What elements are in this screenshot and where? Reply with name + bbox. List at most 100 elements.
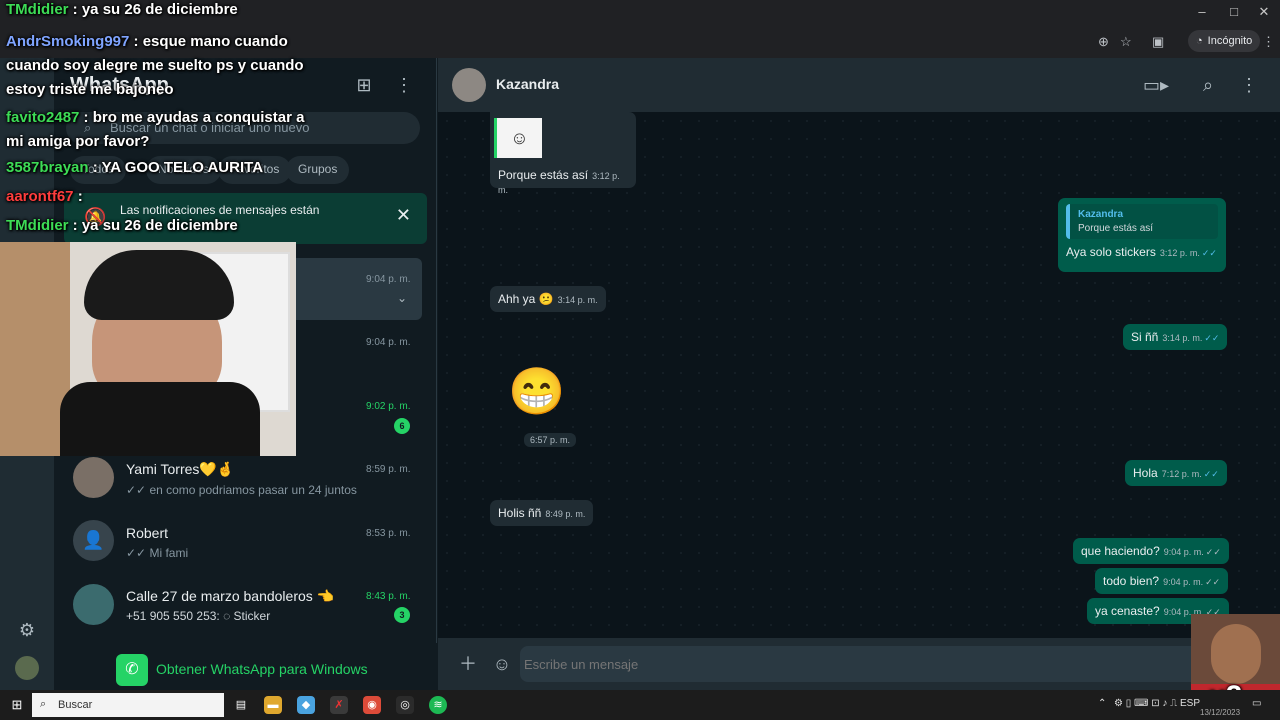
contact-name[interactable]: Kazandra (496, 76, 559, 92)
tray-chevron-icon[interactable]: ⌃ (1098, 698, 1106, 709)
chat-name[interactable]: Calle 27 de marzo bandoleros 👈 (126, 588, 334, 605)
chat-preview: +51 905 550 253: ◌ Sticker (126, 609, 271, 623)
chat-name[interactable]: Robert (126, 525, 168, 541)
stream-chat-line: TMdidier : ya su 26 de diciembre (6, 1, 238, 18)
file-explorer-icon[interactable]: ▬ (264, 696, 282, 714)
chevron-down-icon[interactable]: ⌄ (397, 291, 407, 305)
message-text: Hola (1133, 466, 1158, 480)
chrome-icon[interactable]: ◉ (363, 696, 381, 714)
taskbar-date[interactable]: 13/12/2023 (1200, 708, 1240, 717)
conversation-header[interactable]: Kazandra ▭▸ ⌕ ⋮ (438, 58, 1280, 112)
webcam-overlay (0, 242, 296, 456)
message-bubble-outgoing[interactable]: todo bien? 9:04 p. m. ✓✓ (1095, 568, 1229, 594)
extensions-icon[interactable]: ▣ (1152, 34, 1164, 50)
message-text: Ahh ya 😕 (498, 292, 554, 306)
stream-chat-line: 3587brayan : YA GOO TELO AURITA (6, 159, 264, 176)
menu-kebab-icon[interactable]: ⋮ (1237, 73, 1261, 97)
chat-time: 8:59 p. m. (366, 464, 411, 475)
message-bubble-incoming[interactable]: ☺ Porque estás así 3:12 p. m. (490, 112, 636, 195)
message-time: 3:14 p. m. (557, 295, 598, 305)
obs-icon[interactable]: ◎ (396, 696, 414, 714)
message-bubble-outgoing[interactable]: Kazandra Porque estás así Aya solo stick… (1058, 198, 1226, 272)
tray-icons[interactable]: ⚙ ▯ ⌨ ⊡ ♪ ⎍ (1114, 698, 1177, 709)
minimize-button[interactable]: – (1188, 4, 1216, 19)
default-avatar-icon[interactable]: 👤 (73, 520, 114, 561)
message-area: ☺ Porque estás así 3:12 p. m. Kazandra Po… (438, 112, 1280, 638)
get-windows-link[interactable]: Obtener WhatsApp para Windows (156, 661, 368, 677)
attach-plus-icon[interactable]: ＋ (456, 652, 480, 676)
group-avatar[interactable] (73, 584, 114, 625)
zoom-icon[interactable]: ⊕ (1098, 34, 1109, 50)
message-input[interactable] (520, 646, 1220, 682)
taskbar-search[interactable]: ⌕ Buscar (32, 693, 224, 717)
whatsapp-logo-icon: ✆ (116, 654, 148, 686)
search-icon[interactable]: ⌕ (1196, 73, 1220, 97)
message-text: Aya solo stickers (1066, 245, 1156, 259)
taskbar-search-label: Buscar (58, 699, 93, 711)
message-text: todo bien? (1103, 574, 1160, 588)
windows-start-icon[interactable]: ⊞ (8, 696, 26, 714)
cam-person-shirt (60, 382, 260, 456)
incognito-icon: ◔ (1196, 35, 1203, 47)
quote-sender: Kazandra (1078, 209, 1124, 220)
stream-msg: ya su 26 de diciembre (81, 217, 238, 234)
close-window-button[interactable]: ✕ (1250, 4, 1278, 20)
message-time: 3:12 p. m. (1159, 248, 1200, 258)
profile-avatar[interactable] (15, 656, 39, 680)
language-indicator[interactable]: ESP (1180, 698, 1200, 709)
incognito-label: Incógnito (1207, 35, 1253, 47)
sticker-emoji-icon[interactable]: ☺ (490, 652, 514, 676)
message-text: Porque estás así (498, 168, 589, 182)
new-chat-icon[interactable]: ⊞ (352, 73, 376, 97)
avatar[interactable] (73, 457, 114, 498)
message-text: ya cenaste? (1095, 604, 1160, 618)
windows-taskbar: ⊞ ⌕ Buscar ▤ ▬ ◆ ✗ ◉ ◎ ≋ ⌃ ⚙ ▯ ⌨ ⊡ ♪ ⎍ E… (0, 690, 1280, 720)
stream-user: TMdidier (6, 1, 69, 18)
task-view-icon[interactable]: ▤ (232, 696, 250, 714)
message-bubble-outgoing[interactable]: Si ññ 3:14 p. m. ✓✓ (1123, 324, 1228, 350)
message-bubble-outgoing[interactable]: que haciendo? 9:04 p. m. ✓✓ (1073, 538, 1229, 564)
message-time: 9:04 p. m. (1163, 547, 1204, 557)
quoted-message[interactable]: Kazandra Porque estás así (1066, 204, 1218, 239)
stream-msg: ya su 26 de diciembre (81, 1, 238, 18)
emoji-message[interactable]: 😁 (508, 366, 565, 416)
delivered-ticks-icon: ✓✓ (1205, 547, 1221, 557)
chat-name[interactable]: Yami Torres💛🤞 (126, 461, 234, 478)
stream-user: favito2487 (6, 109, 80, 126)
delivered-ticks-icon: ✓✓ (1205, 577, 1221, 587)
conversation-pane: Kazandra ▭▸ ⌕ ⋮ ☺ Porque estás así 3:12 p… (438, 58, 1280, 690)
incognito-badge[interactable]: ◔ Incógnito (1188, 30, 1261, 52)
menu-kebab-icon[interactable]: ⋮ (392, 73, 416, 97)
get-windows-app-banner[interactable]: ✆ Obtener WhatsApp para Windows (54, 643, 437, 690)
chat-time: 8:53 p. m. (366, 528, 411, 539)
stream-msg: YA GOO TELO AURITA (101, 159, 264, 176)
chat-time: 9:04 p. m. (366, 337, 411, 348)
stream-user: AndrSmoking997 (6, 33, 130, 50)
close-icon[interactable]: ✕ (396, 205, 411, 226)
chat-time: 8:43 p. m. (366, 591, 411, 602)
message-bubble-incoming[interactable]: Ahh ya 😕 3:14 p. m. (490, 286, 606, 312)
chat-preview: ✓✓ en como podriamos pasar un 24 juntos (126, 483, 357, 497)
message-time: 3:14 p. m. (1162, 333, 1203, 343)
settings-gear-icon[interactable]: ⚙ (15, 618, 39, 642)
sticker-thumbnail[interactable]: ☺ (494, 118, 542, 158)
stream-chat-line: favito2487 : bro me ayudas a conquistar … (6, 109, 305, 150)
maximize-button[interactable]: □ (1220, 4, 1248, 19)
app-icon[interactable]: ✗ (330, 696, 348, 714)
message-text: Si ññ (1131, 330, 1159, 344)
video-call-icon[interactable]: ▭▸ (1138, 73, 1174, 97)
app-icon[interactable]: ◆ (297, 696, 315, 714)
bookmark-star-icon[interactable]: ☆ (1120, 34, 1132, 50)
notification-center-icon[interactable]: ▭ (1252, 698, 1261, 709)
unread-badge: 6 (394, 418, 410, 434)
spotify-icon[interactable]: ≋ (429, 696, 447, 714)
stream-user: TMdidier (6, 217, 69, 234)
read-ticks-icon: ✓✓ (1201, 248, 1217, 258)
browser-menu-icon[interactable]: ⋮ (1262, 34, 1275, 50)
message-bubble-outgoing[interactable]: Hola 7:12 p. m. ✓✓ (1125, 460, 1227, 486)
unread-badge: 3 (394, 607, 410, 623)
composer-bar: ＋ ☺ (438, 638, 1280, 690)
cam-person-hair (84, 250, 234, 320)
message-bubble-incoming[interactable]: Holis ññ 8:49 p. m. (490, 500, 594, 526)
contact-avatar[interactable] (452, 68, 486, 102)
